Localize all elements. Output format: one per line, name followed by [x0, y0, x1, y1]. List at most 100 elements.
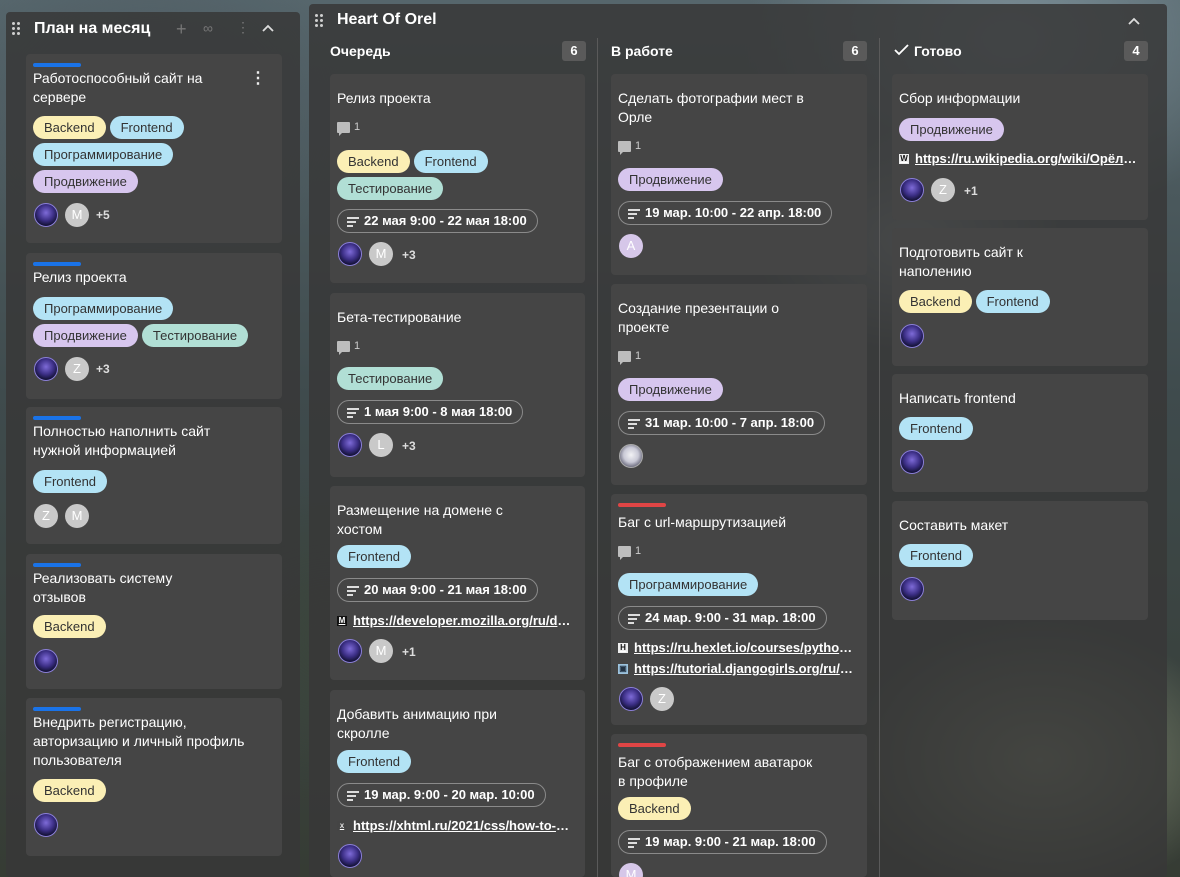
date-range[interactable]: 1 мая 9:00 - 8 мая 18:00 — [337, 400, 524, 424]
date-range[interactable]: 19 мар. 9:00 - 20 мар. 10:00 — [337, 783, 546, 807]
tag[interactable]: Frontend — [337, 750, 412, 773]
avatar[interactable] — [34, 813, 58, 837]
avatar[interactable]: M — [65, 203, 89, 227]
task-card[interactable]: Составить макет Frontend — [892, 501, 1148, 620]
task-card[interactable]: Добавить анимацию при скролле Frontend 19… — [330, 690, 585, 877]
more-members-count[interactable]: +5 — [96, 208, 110, 222]
tag[interactable]: Backend — [33, 615, 106, 638]
more-members-count[interactable]: +3 — [402, 439, 416, 453]
date-range[interactable]: 19 мар. 10:00 - 22 апр. 18:00 — [618, 201, 833, 225]
tag-list: Продвижение — [618, 378, 723, 401]
tag[interactable]: Frontend — [337, 545, 412, 568]
tag[interactable]: Тестирование — [337, 367, 444, 390]
task-card[interactable]: Подготовить сайт к наполению Backend Fron… — [892, 228, 1148, 366]
tag[interactable]: Backend — [33, 116, 106, 139]
avatar[interactable] — [619, 687, 643, 711]
avatar[interactable] — [900, 178, 924, 202]
avatar[interactable]: Z — [65, 357, 89, 381]
avatar[interactable]: L — [369, 433, 393, 457]
task-card[interactable]: Бета-тестирование 1 Тестирование 1 мая 9… — [330, 293, 585, 477]
tag[interactable]: Backend — [33, 779, 106, 802]
task-card[interactable]: Создание презентации о проекте 1 Продвиже… — [611, 284, 867, 485]
avatar[interactable] — [34, 357, 58, 381]
drag-handle-icon[interactable] — [12, 22, 20, 35]
tag[interactable]: Продвижение — [618, 168, 723, 191]
more-members-count[interactable]: +3 — [96, 362, 110, 376]
avatar[interactable]: M — [619, 863, 643, 877]
tag[interactable]: Программирование — [33, 143, 174, 166]
tag[interactable]: Программирование — [33, 297, 174, 320]
attachment-link[interactable]: Whttps://ru.wikipedia.org/wiki/Орёл_(гор… — [899, 151, 1137, 166]
avatar[interactable] — [338, 844, 362, 868]
avatar[interactable] — [338, 639, 362, 663]
attachment-link[interactable]: ▣https://tutorial.djangogirls.org/ru/dja… — [618, 661, 855, 676]
avatar[interactable]: M — [369, 242, 393, 266]
tag[interactable]: Продвижение — [33, 324, 138, 347]
tag[interactable]: Frontend — [899, 544, 974, 567]
attachment-link[interactable]: xhttps://xhtml.ru/2021/css/how-to-trigge… — [337, 818, 573, 833]
avatar[interactable] — [900, 324, 924, 348]
plus-icon[interactable]: + — [176, 19, 187, 40]
more-vert-icon[interactable]: ⋮ — [250, 68, 266, 88]
date-range[interactable]: 22 мая 9:00 - 22 мая 18:00 — [337, 209, 538, 233]
tag-list: Программирование Продвижение Тестировани… — [33, 297, 273, 347]
avatar[interactable]: Z — [650, 687, 674, 711]
link-icon[interactable]: ∞ — [203, 20, 213, 36]
tag[interactable]: Frontend — [899, 417, 974, 440]
task-card[interactable]: Полностью наполнить сайт нужной информаци… — [26, 407, 282, 544]
avatar[interactable] — [338, 242, 362, 266]
avatar[interactable] — [619, 444, 643, 468]
tag[interactable]: Программирование — [618, 573, 759, 596]
more-vert-icon[interactable]: ⋮ — [236, 19, 250, 36]
avatar[interactable] — [338, 433, 362, 457]
date-range[interactable]: 20 мая 9:00 - 21 мая 18:00 — [337, 578, 538, 602]
tag-list: Тестирование — [337, 367, 444, 390]
tag[interactable]: Frontend — [109, 116, 184, 139]
avatar[interactable]: Z — [34, 504, 58, 528]
avatar[interactable] — [900, 450, 924, 474]
task-card[interactable]: Релиз проекта 1 Backend Frontend Тестиро… — [330, 74, 585, 283]
tag[interactable]: Тестирование — [141, 324, 249, 347]
task-card[interactable]: Внедрить регистрацию, авторизацию и личны… — [26, 698, 282, 856]
date-range[interactable]: 24 мар. 9:00 - 31 мар. 18:00 — [618, 606, 827, 630]
tag[interactable]: Продвижение — [899, 118, 1004, 141]
attachment-link[interactable]: Hhttps://ru.hexlet.io/courses/python-dja… — [618, 640, 855, 655]
column-count: 6 — [562, 41, 586, 61]
task-card[interactable]: Реализовать систему отзывов Backend — [26, 554, 282, 689]
task-card[interactable]: Работоспособный сайт на сервере ⋮ Backend… — [26, 54, 282, 243]
more-members-count[interactable]: +1 — [402, 645, 416, 659]
avatar[interactable] — [900, 577, 924, 601]
task-card[interactable]: Баг с отображением аватарок в профиле Bac… — [611, 734, 867, 877]
tag[interactable]: Продвижение — [33, 170, 138, 193]
task-card[interactable]: Баг с url-маршрутизацией 1 Программирова… — [611, 494, 867, 725]
avatar[interactable]: M — [369, 639, 393, 663]
chevron-up-icon[interactable] — [1128, 17, 1140, 25]
tag[interactable]: Frontend — [413, 150, 488, 173]
avatar[interactable] — [34, 649, 58, 673]
avatar[interactable]: M — [65, 504, 89, 528]
task-card[interactable]: Размещение на домене с хостом Frontend 20… — [330, 486, 585, 680]
avatar[interactable]: Z — [931, 178, 955, 202]
tag[interactable]: Backend — [337, 150, 410, 173]
tag[interactable]: Продвижение — [618, 378, 723, 401]
avatar[interactable] — [34, 203, 58, 227]
drag-handle-icon[interactable] — [315, 14, 323, 27]
date-range[interactable]: 31 мар. 10:00 - 7 апр. 18:00 — [618, 411, 826, 435]
more-members-count[interactable]: +3 — [402, 248, 416, 262]
task-card[interactable]: Сделать фотографии мест в Орле 1 Продвиже… — [611, 74, 867, 275]
tag[interactable]: Frontend — [975, 290, 1050, 313]
date-range[interactable]: 19 мар. 9:00 - 21 мар. 18:00 — [618, 830, 827, 854]
task-card[interactable]: Сбор информации Продвижение Whttps://ru.… — [892, 74, 1148, 220]
tag[interactable]: Backend — [618, 797, 691, 820]
tag[interactable]: Тестирование — [337, 177, 444, 200]
tag[interactable]: Backend — [899, 290, 972, 313]
chevron-up-icon[interactable] — [262, 24, 274, 32]
more-members-count[interactable]: +1 — [964, 184, 978, 198]
avatar[interactable]: A — [619, 234, 643, 258]
task-card[interactable]: Релиз проекта Программирование Продвижен… — [26, 253, 282, 399]
attachment-link[interactable]: Mhttps://developer.mozilla.org/ru/docs/W… — [337, 613, 573, 628]
tag[interactable]: Frontend — [33, 470, 108, 493]
card-title: Баг с отображением аватарок в профиле — [618, 754, 813, 789]
task-card[interactable]: Написать frontend Frontend — [892, 374, 1148, 492]
wikipedia-icon: W — [899, 153, 909, 164]
